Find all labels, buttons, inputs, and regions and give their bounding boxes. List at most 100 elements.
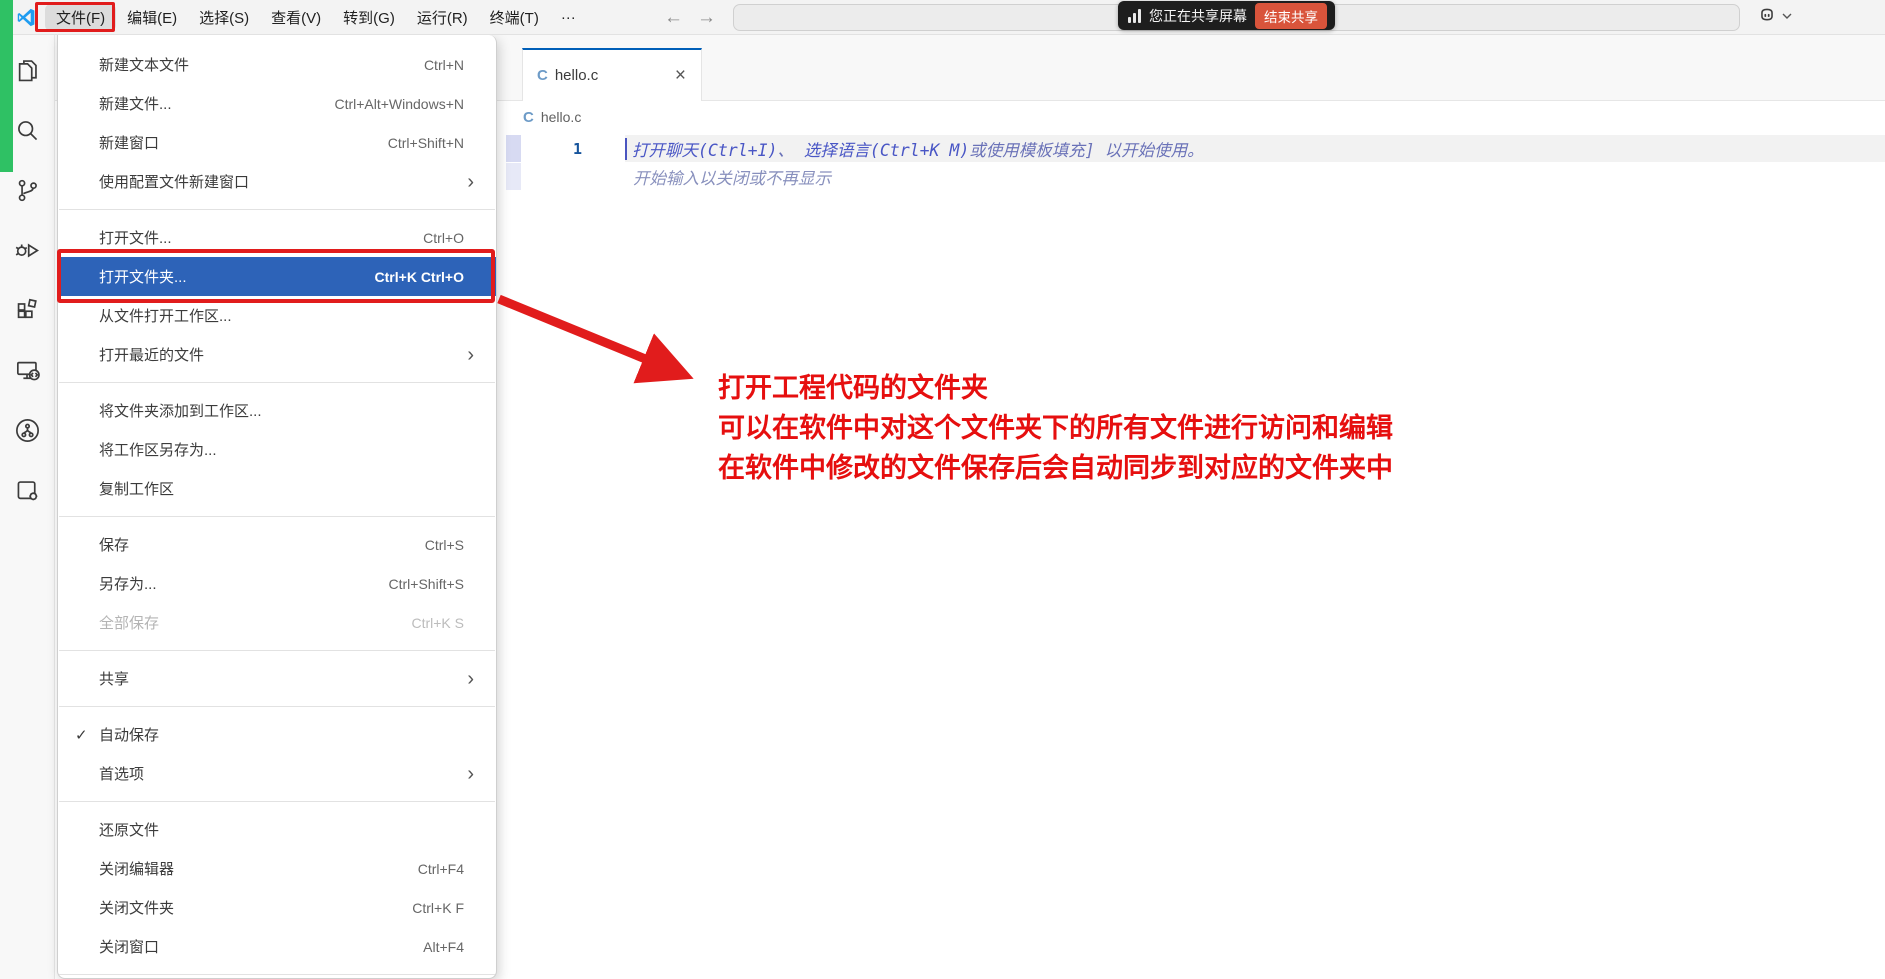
settings-box-icon[interactable] [0,460,55,520]
menu-item-label: 打开最近的文件 [99,344,204,365]
menu-item-label: 新建文件... [99,93,172,114]
menu-item-label: 打开文件... [99,227,172,248]
menu-item-label: 共享 [99,668,129,689]
menu-item-label: 自动保存 [99,724,159,745]
menu-item-label: 另存为... [99,573,157,594]
ghost-hint-text-2: 开始输入以关闭或不再显示 [625,165,831,189]
chevron-right-icon: › [467,669,476,689]
menu-item-save-as[interactable]: 另存为... Ctrl+Shift+S [58,564,496,603]
tab-hello-c[interactable]: C hello.c × [522,48,702,101]
chevron-right-icon: › [467,172,476,192]
menu-item-shortcut: Ctrl+Shift+S [389,576,476,592]
menu-separator [59,706,495,707]
title-bar: 文件(F)编辑(E)选择(S)查看(V)转到(G)运行(R)终端(T)··· ←… [0,0,1885,35]
menu-item-label: 将工作区另存为... [99,439,217,460]
menu-item-save[interactable]: 保存 Ctrl+S [58,525,496,564]
menu-item-shortcut: Ctrl+K F [412,900,476,916]
menu-item-label: 还原文件 [99,819,159,840]
extensions-icon[interactable] [0,280,55,340]
menubar-item-selection[interactable]: 选择(S) [188,4,260,31]
menu-item-revert-file[interactable]: 还原文件 [58,810,496,849]
menu-item-preferences[interactable]: 首选项 › [58,754,496,793]
menu-separator [59,516,495,517]
menu-item-auto-save[interactable]: ✓ 自动保存 [58,715,496,754]
menu-item-label: 首选项 [99,763,144,784]
menubar-item-terminal[interactable]: 终端(T) [479,4,550,31]
activity-bar [0,35,55,979]
menu-item-label: 打开文件夹... [99,266,187,287]
menu-item-label: 关闭编辑器 [99,858,174,879]
menu-item-add-folder-to-workspace[interactable]: 将文件夹添加到工作区... [58,391,496,430]
remote-explorer-icon[interactable] [0,340,55,400]
menu-item-shortcut: Ctrl+S [425,537,476,553]
menu-item-new-window-with-profile[interactable]: 使用配置文件新建窗口 › [58,162,496,201]
ghost-segment: 以开始使用。 [1105,137,1204,161]
menu-item-label: 使用配置文件新建窗口 [99,171,249,192]
ghost-hint-text: 打开聊天(Ctrl+I)、 选择语言(Ctrl+K M)或使用模板填充] 以开始… [625,137,1204,161]
nav-back-icon[interactable]: ← [664,7,683,29]
menu-separator [59,974,495,975]
ghost-segment[interactable]: 打开聊天(Ctrl+I) [632,137,777,161]
chevron-down-icon[interactable] [1781,9,1793,27]
copilot-icon[interactable] [1756,4,1778,31]
vscode-logo-icon [16,7,37,28]
menu-item-shortcut: Alt+F4 [423,939,476,955]
screen-share-banner: 您正在共享屏幕 结束共享 [1118,1,1335,30]
menu-item-share[interactable]: 共享 › [58,659,496,698]
run-debug-icon[interactable] [0,220,55,280]
nav-forward-icon[interactable]: → [697,7,716,29]
menubar-item-go[interactable]: 转到(G) [332,4,406,31]
menu-item-save-all: 全部保存 Ctrl+K S [58,603,496,642]
menu-item-label: 保存 [99,534,129,555]
menu-item-close-editor[interactable]: 关闭编辑器 Ctrl+F4 [58,849,496,888]
menubar-item-run[interactable]: 运行(R) [406,4,479,31]
menu-item-open-recent[interactable]: 打开最近的文件 › [58,335,496,374]
share-status-text: 您正在共享屏幕 [1149,6,1247,26]
menu-item-close-window[interactable]: 关闭窗口 Alt+F4 [58,927,496,966]
menubar-item-view[interactable]: 查看(V) [260,4,332,31]
c-file-icon: C [523,109,534,126]
menu-item-shortcut: Ctrl+Shift+N [388,135,476,151]
menu-separator [59,209,495,210]
file-menu-dropdown: 新建文本文件Ctrl+N 新建文件... Ctrl+Alt+Windows+N 新建窗… [57,35,497,979]
tab-label: hello.c [555,67,663,84]
menu-item-label: 从文件打开工作区... [99,305,232,326]
close-icon[interactable]: × [670,64,691,87]
menu-item-shortcut: Ctrl+F4 [418,861,476,877]
menu-item-save-workspace-as[interactable]: 将工作区另存为... [58,430,496,469]
menu-item-close-folder[interactable]: 关闭文件夹Ctrl+K F [58,888,496,927]
menu-item-label: 复制工作区 [99,478,174,499]
menu-item-label: 将文件夹添加到工作区... [99,400,262,421]
annotation-line: 在软件中修改的文件保存后会自动同步到对应的文件夹中 [718,448,1393,488]
screen-share-border-left [0,0,13,172]
share-circle-icon[interactable] [0,400,55,460]
menu-item-label: 关闭窗口 [99,936,159,957]
signal-bars-icon [1128,9,1141,23]
menubar-item-file[interactable]: 文件(F) [45,4,116,31]
menu-item-shortcut: Ctrl+N [424,57,476,73]
menu-item-open-file[interactable]: 打开文件... Ctrl+O [58,218,496,257]
menu-item-new-window[interactable]: 新建窗口Ctrl+Shift+N [58,123,496,162]
menu-item-shortcut: Ctrl+K S [411,615,476,631]
menu-item-open-workspace-from-file[interactable]: 从文件打开工作区... [58,296,496,335]
menu-item-shortcut: Ctrl+Alt+Windows+N [334,96,476,112]
ghost-segment[interactable]: 选择语言(Ctrl+K M) [804,137,969,161]
menu-item-new-text-file[interactable]: 新建文本文件Ctrl+N [58,45,496,84]
annotation-line: 打开工程代码的文件夹 [718,368,1393,408]
menu-separator [59,650,495,651]
menu-item-label: 全部保存 [99,612,159,633]
menu-separator [59,382,495,383]
menu-item-shortcut: Ctrl+O [423,230,476,246]
checkmark-icon: ✓ [75,726,88,744]
text-caret [625,138,627,160]
stop-sharing-button[interactable]: 结束共享 [1255,3,1327,29]
menubar-item-more[interactable]: ··· [550,6,587,29]
menu-separator [59,801,495,802]
menu-item-new-file[interactable]: 新建文件... Ctrl+Alt+Windows+N [58,84,496,123]
ghost-segment: 或使用模板填充] [969,137,1104,161]
menubar-item-edit[interactable]: 编辑(E) [116,4,188,31]
chevron-right-icon: › [467,345,476,365]
chevron-right-icon: › [467,764,476,784]
menu-item-duplicate-workspace[interactable]: 复制工作区 [58,469,496,508]
menu-item-open-folder[interactable]: 打开文件夹...Ctrl+K Ctrl+O [58,257,496,296]
